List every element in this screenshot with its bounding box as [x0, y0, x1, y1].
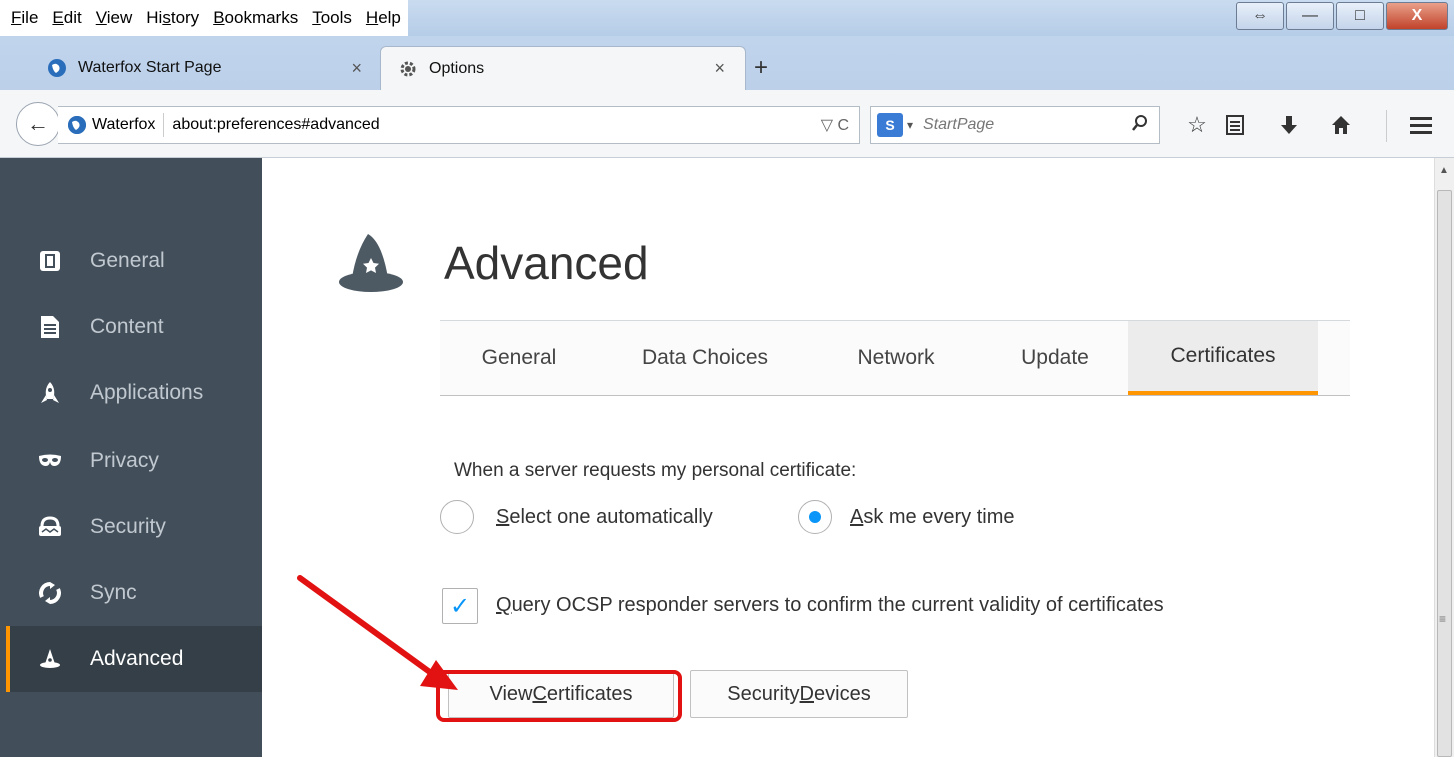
menu-file[interactable]: File: [4, 0, 45, 36]
content-icon: [32, 315, 68, 339]
sidebar-item-label: General: [90, 249, 165, 272]
tab-data-choices[interactable]: Data Choices: [610, 321, 800, 395]
close-window-button[interactable]: X: [1386, 2, 1448, 30]
reload-icon[interactable]: ▽ C: [821, 115, 849, 135]
general-icon: [32, 250, 68, 272]
scroll-grip-icon: ≡: [1439, 612, 1447, 626]
window-controls: ⇔ — □ X: [1234, 2, 1448, 30]
cert-request-label: When a server requests my personal certi…: [454, 460, 857, 481]
menu-help[interactable]: Help: [359, 0, 408, 36]
wizard-hat-icon: [32, 648, 68, 670]
menu-icon[interactable]: [1404, 110, 1438, 140]
ocsp-checkbox[interactable]: ✓: [442, 588, 478, 624]
url-text[interactable]: about:preferences#advanced: [164, 116, 379, 134]
sidebar-item-label: Sync: [90, 581, 137, 604]
radio-ask-every-time[interactable]: [798, 500, 832, 534]
sidebar-item-label: Security: [90, 515, 166, 538]
security-devices-button[interactable]: Security Devices: [690, 670, 908, 718]
tab-title: Options: [429, 59, 485, 77]
applications-icon: [32, 381, 68, 405]
gear-icon: [397, 58, 419, 80]
menu-bookmarks[interactable]: Bookmarks: [206, 0, 305, 36]
tab-network[interactable]: Network: [826, 321, 966, 395]
annotation-highlight-box: [436, 670, 682, 722]
menu-bar: File Edit View History Bookmarks Tools H…: [0, 0, 408, 36]
radio-ask-every-time-label[interactable]: Ask me every time: [850, 506, 1015, 529]
wizard-hat-icon: [338, 232, 408, 298]
tab-update[interactable]: Update: [990, 321, 1120, 395]
sync-icon: [32, 582, 68, 604]
scrollbar-thumb[interactable]: [1437, 190, 1452, 757]
tab-waterfox-start-page[interactable]: Waterfox Start Page ×: [30, 46, 382, 90]
radio-selected-dot: [809, 511, 821, 523]
sidebar-item-label: Advanced: [90, 647, 184, 670]
chevron-down-icon[interactable]: ▾: [907, 118, 913, 132]
search-input[interactable]: StartPage: [923, 116, 994, 134]
identity-box[interactable]: Waterfox: [58, 113, 165, 137]
sidebar-item-sync[interactable]: Sync: [6, 560, 262, 626]
download-icon[interactable]: [1272, 110, 1306, 140]
menu-view[interactable]: View: [89, 0, 140, 36]
close-tab-icon[interactable]: ×: [351, 58, 362, 79]
tab-general[interactable]: General: [456, 321, 582, 395]
sidebar-item-applications[interactable]: Applications: [6, 360, 262, 426]
sidebar-item-label: Content: [90, 315, 164, 338]
page-title: Advanced: [444, 237, 649, 289]
menu-edit[interactable]: Edit: [45, 0, 88, 36]
home-icon[interactable]: [1324, 110, 1358, 140]
sidebar-item-content[interactable]: Content: [6, 294, 262, 360]
magnifier-icon[interactable]: [1131, 114, 1149, 137]
back-button[interactable]: ←: [16, 102, 60, 146]
sidebar-item-label: Privacy: [90, 449, 159, 472]
resize-icon[interactable]: ⇔: [1236, 2, 1284, 30]
reading-list-icon[interactable]: [1218, 110, 1252, 140]
search-bar[interactable]: S ▾ StartPage: [870, 106, 1160, 144]
sidebar-item-general[interactable]: General: [6, 228, 262, 294]
sidebar-item-security[interactable]: Security: [6, 494, 262, 560]
tab-options[interactable]: Options ×: [380, 46, 746, 90]
waterfox-globe-icon: [46, 57, 68, 79]
security-icon: [32, 516, 68, 538]
radio-select-automatically-label[interactable]: Select one automatically: [496, 506, 713, 529]
globe-icon: [68, 116, 86, 134]
radio-select-automatically[interactable]: [440, 500, 474, 534]
sidebar-item-privacy[interactable]: Privacy: [6, 428, 262, 494]
tab-title: Waterfox Start Page: [78, 59, 222, 76]
sidebar-item-label: Applications: [90, 381, 204, 404]
identity-label: Waterfox: [92, 116, 156, 133]
maximize-button[interactable]: □: [1336, 2, 1384, 30]
minimize-button[interactable]: —: [1286, 2, 1334, 30]
scroll-up-arrow-icon[interactable]: ▲: [1434, 160, 1454, 180]
menu-history[interactable]: History: [139, 0, 206, 36]
menu-tools[interactable]: Tools: [305, 0, 359, 36]
star-icon[interactable]: ☆: [1180, 110, 1214, 140]
sidebar-item-advanced[interactable]: Advanced: [6, 626, 262, 692]
toolbar-separator: [1386, 110, 1387, 142]
tab-certificates[interactable]: Certificates: [1128, 321, 1318, 395]
close-tab-icon[interactable]: ×: [714, 58, 725, 79]
new-tab-button[interactable]: +: [754, 54, 768, 82]
privacy-mask-icon: [32, 454, 68, 468]
search-engine-icon[interactable]: S: [877, 113, 903, 137]
url-bar[interactable]: Waterfox about:preferences#advanced ▽ C: [58, 106, 860, 144]
ocsp-checkbox-label[interactable]: Query OCSP responder servers to confirm …: [496, 594, 1164, 617]
